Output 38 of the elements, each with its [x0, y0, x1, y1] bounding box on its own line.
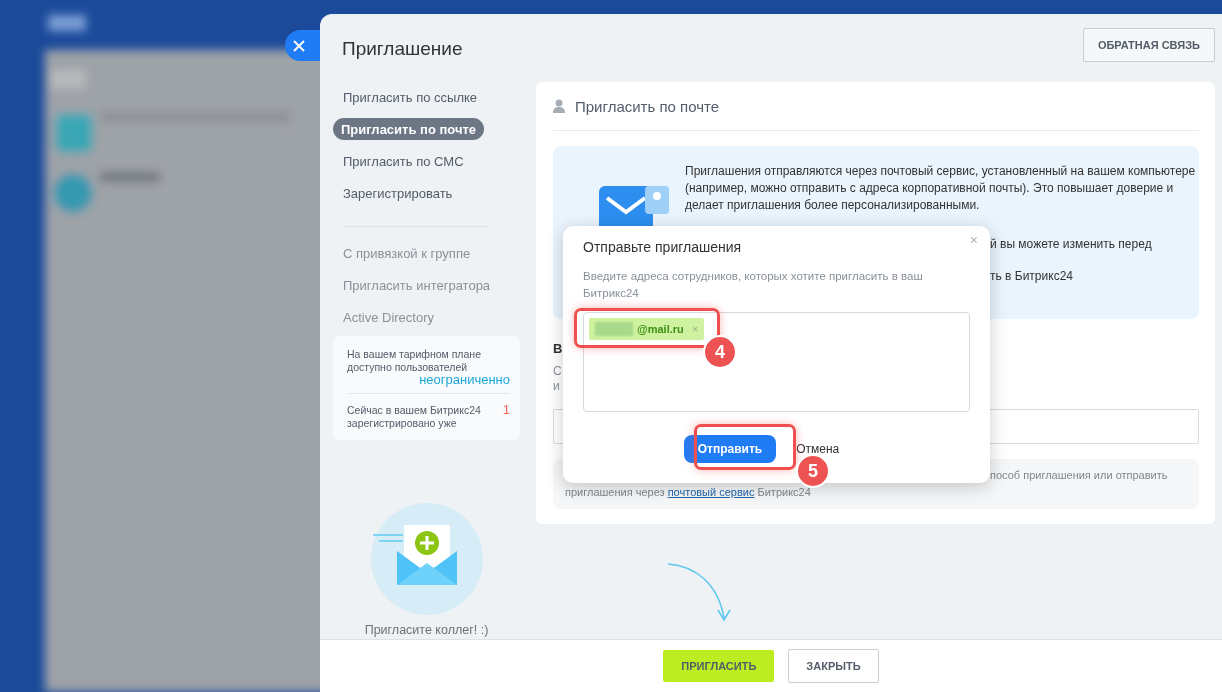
mail-service-link[interactable]: почтовый сервис — [667, 486, 755, 498]
info-text: й вы можете изменить перед — [990, 236, 1152, 253]
user-icon — [553, 98, 567, 114]
nav-item[interactable]: Active Directory — [333, 306, 445, 328]
panel-title: Приглашение — [342, 38, 463, 60]
invite-button[interactable]: ПРИГЛАСИТЬ — [663, 650, 775, 682]
plan-value: 1 — [502, 402, 510, 417]
redacted-block — [595, 322, 633, 336]
nav-item[interactable]: Пригласить интегратора — [333, 274, 501, 296]
section-heading: В — [553, 341, 563, 356]
close-icon — [293, 39, 305, 52]
nav-item[interactable]: Зарегистрировать — [333, 182, 463, 204]
close-button[interactable] — [285, 30, 320, 61]
illustration-caption: Пригласите коллег! :) — [364, 623, 489, 637]
nav-item[interactable]: Пригласить по почте — [333, 118, 485, 140]
plan-label: Сейчас в вашем Битрикс24 зарегистрировано уже — [347, 404, 482, 430]
plan-value: неограниченно — [418, 372, 510, 387]
card-title: Пригласить по почте — [575, 97, 720, 115]
send-button[interactable]: Отправить — [683, 435, 777, 463]
note-text: пособ приглашения или отправить — [990, 468, 1168, 483]
close-button[interactable]: ЗАКРЫТЬ — [788, 649, 879, 683]
plan-label: На вашем тарифном плане доступно пользователей — [347, 348, 482, 374]
nav-item[interactable]: С привязкой к группе — [333, 242, 481, 264]
blurred-app-icon — [55, 113, 93, 153]
feedback-button[interactable]: ОБРАТНАЯ СВЯЗЬ — [1082, 28, 1215, 62]
nav-item[interactable]: Пригласить по СМС — [333, 150, 474, 172]
nav-item[interactable]: Пригласить по ссылке — [333, 86, 488, 108]
note-text: приглашения через почтовый сервис Битрикс24 — [565, 486, 811, 498]
blurred-tab — [48, 15, 86, 31]
cancel-button[interactable]: Отмена — [796, 442, 840, 456]
info-text: Приглашения отправляются через почтовый сервис, установленный на вашем компьютере (например, можно отправить с адреса корпоративной почты). Это повышает доверие и делает приглашения более персонализированными. — [685, 164, 1196, 212]
info-text: ть в Битрикс24 — [990, 268, 1073, 285]
dialog-description: Введите адреса сотрудников, которых хотите пригласить в ваш Битрикс24 — [583, 269, 924, 301]
blurred-app-icon — [53, 173, 93, 213]
section-text: С — [553, 364, 562, 378]
section-text: и — [553, 379, 560, 393]
chip-text: @mail.ru — [637, 323, 684, 335]
dialog-title: Отправьте приглашения — [583, 239, 743, 255]
